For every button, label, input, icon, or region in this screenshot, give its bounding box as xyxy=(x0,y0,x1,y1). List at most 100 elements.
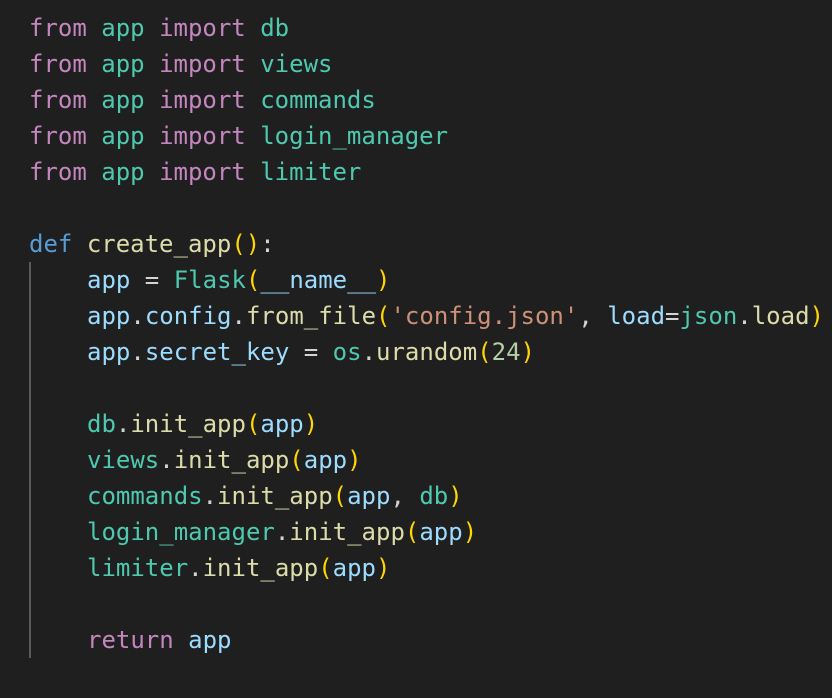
code-token: init_app xyxy=(130,410,246,438)
code-token: import xyxy=(159,86,246,114)
code-token: from xyxy=(29,14,87,42)
code-token: . xyxy=(115,410,131,438)
code-line[interactable]: from app import views xyxy=(29,46,832,82)
code-token: . xyxy=(737,302,752,330)
code-token: app xyxy=(101,86,145,114)
code-token: def xyxy=(29,230,73,258)
code-token: create_app xyxy=(86,230,232,258)
code-line[interactable] xyxy=(29,370,832,406)
code-token: 'config.json' xyxy=(390,302,579,330)
code-token: ( xyxy=(318,554,333,582)
code-line[interactable]: app.secret_key = os.urandom(24) xyxy=(29,334,832,370)
code-token: , xyxy=(578,302,608,330)
code-token: . xyxy=(188,554,203,582)
code-token: app xyxy=(303,446,348,474)
code-line[interactable]: def create_app(): xyxy=(29,226,832,262)
code-line[interactable]: login_manager.init_app(app) xyxy=(29,514,832,550)
code-token: import xyxy=(159,50,246,78)
code-token: db xyxy=(87,410,116,438)
code-token: app xyxy=(260,410,304,438)
code-token: __name__ xyxy=(260,266,377,294)
code-token: from xyxy=(29,86,87,114)
code-token: from xyxy=(29,122,87,150)
code-token: ( xyxy=(289,446,304,474)
code-line[interactable]: from app import limiter xyxy=(29,154,832,190)
code-line[interactable]: app = Flask(__name__) xyxy=(29,262,832,298)
code-token: app xyxy=(347,482,391,510)
code-token: urandom xyxy=(376,338,478,366)
code-token: Flask xyxy=(173,266,246,294)
code-token: . xyxy=(130,302,145,330)
code-token: config xyxy=(144,302,232,330)
code-line[interactable]: from app import db xyxy=(29,10,832,46)
code-token: : xyxy=(260,230,275,258)
code-editor[interactable]: from app import db from app import views f… xyxy=(29,10,832,698)
code-token: app xyxy=(101,122,145,150)
code-token: load xyxy=(751,302,810,330)
code-token: ) xyxy=(809,302,824,330)
code-token: 24 xyxy=(491,338,521,366)
code-token: app xyxy=(87,302,131,330)
code-token: app xyxy=(87,266,131,294)
code-token: app xyxy=(101,14,145,42)
code-token: import xyxy=(159,158,246,186)
code-token: ) xyxy=(376,554,391,582)
code-token: limiter xyxy=(260,158,362,186)
code-token: init_app xyxy=(173,446,290,474)
code-token: views xyxy=(260,50,333,78)
code-line[interactable] xyxy=(29,190,832,226)
code-token: ( xyxy=(245,410,261,438)
code-line[interactable]: limiter.init_app(app) xyxy=(29,550,832,586)
code-line[interactable]: from app import commands xyxy=(29,82,832,118)
code-token: = xyxy=(665,302,680,330)
code-token: import xyxy=(159,14,246,42)
code-token: app xyxy=(332,554,377,582)
code-line[interactable]: views.init_app(app) xyxy=(29,442,832,478)
code-token: . xyxy=(361,338,377,366)
code-token: app xyxy=(87,338,131,366)
code-token: from_file xyxy=(245,302,377,330)
code-token: login_manager xyxy=(260,122,449,150)
code-line[interactable]: db.init_app(app) xyxy=(29,406,832,442)
code-token: ( xyxy=(245,266,261,294)
code-line[interactable] xyxy=(29,586,832,622)
code-token: init_app xyxy=(217,482,333,510)
code-token: = xyxy=(130,266,174,294)
code-token: ) xyxy=(520,338,535,366)
code-token: ( xyxy=(477,338,492,366)
code-token: app xyxy=(419,518,463,546)
code-line[interactable]: return app xyxy=(29,622,832,658)
code-token: = xyxy=(289,338,333,366)
code-token: init_app xyxy=(202,554,319,582)
code-token: () xyxy=(231,230,261,258)
code-token: login_manager xyxy=(87,518,275,546)
code-token: ) xyxy=(448,482,463,510)
code-token: . xyxy=(130,338,145,366)
code-line[interactable]: commands.init_app(app, db) xyxy=(29,478,832,514)
code-token: json xyxy=(679,302,738,330)
code-token: db xyxy=(419,482,449,510)
code-lines: from app import db from app import views f… xyxy=(29,10,832,658)
code-line[interactable]: app.config.from_file('config.json', load… xyxy=(29,298,832,334)
code-token: app xyxy=(101,50,145,78)
code-line[interactable]: from app import login_manager xyxy=(29,118,832,154)
code-token: from xyxy=(29,50,87,78)
code-token: ( xyxy=(404,518,420,546)
code-token: views xyxy=(87,446,160,474)
code-token: os xyxy=(332,338,362,366)
code-token: ( xyxy=(376,302,391,330)
